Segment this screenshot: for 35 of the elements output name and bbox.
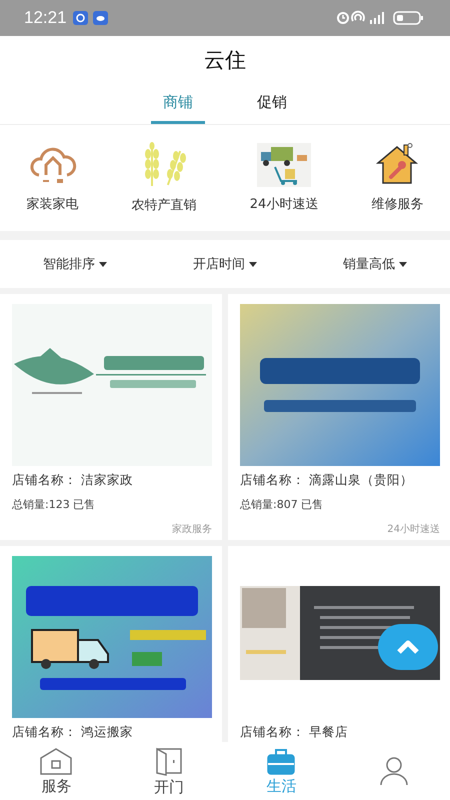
shop-card[interactable]: 店铺名称： 鸿运搬家 <box>0 546 222 742</box>
house-wrench-icon <box>374 143 420 187</box>
sort-dropdown[interactable]: 智能排序 <box>39 251 111 277</box>
bag-icon <box>266 746 296 774</box>
nav-tab[interactable]: 开门 <box>134 742 204 800</box>
shop-category: 家政服务 <box>172 522 212 536</box>
caret-icon <box>249 262 257 266</box>
shop-card[interactable]: 店铺名称： 滴露山泉（贵阳） 总销量:807 已售 24小时速送 <box>228 294 450 540</box>
person-icon <box>378 756 409 786</box>
category-item[interactable]: 24小时速送 <box>250 143 318 213</box>
shop-card[interactable]: 店铺名称： 早餐店 <box>228 546 450 742</box>
sort-dropdown[interactable]: 销量高低 <box>339 251 411 277</box>
nav-tab[interactable]: 服务 <box>21 742 92 800</box>
shop-name: 店铺名称： 滴露山泉（贵阳） <box>240 472 414 489</box>
status-time: 12:21 <box>24 8 67 28</box>
app-notification-icon <box>72 11 109 25</box>
shop-name: 店铺名称： 早餐店 <box>240 724 349 741</box>
sales-count: 总销量:123 已售 <box>12 497 96 512</box>
category-item[interactable]: 维修服务 <box>371 143 424 213</box>
sales-count: 总销量:807 已售 <box>240 497 324 512</box>
caret-icon <box>99 262 107 266</box>
shop-category: 24小时速送 <box>387 522 440 536</box>
truck-icon <box>257 143 312 187</box>
category-item[interactable]: 家装家电 <box>26 143 79 213</box>
tab[interactable]: 促销 <box>245 84 299 124</box>
shop-card[interactable]: 店铺名称： 洁家家政 总销量:123 已售 家政服务 <box>0 294 222 540</box>
door-icon <box>154 746 184 776</box>
home-icon <box>38 746 74 774</box>
shop-name: 店铺名称： 洁家家政 <box>12 472 134 489</box>
category-item[interactable]: 农特产直销 <box>132 142 197 214</box>
page-title: 云住 <box>204 47 246 74</box>
shop-name: 店铺名称： 鸿运搬家 <box>12 724 134 741</box>
caret-icon <box>399 262 407 266</box>
chevron-up-icon <box>396 639 420 655</box>
sort-dropdown[interactable]: 开店时间 <box>189 251 261 277</box>
